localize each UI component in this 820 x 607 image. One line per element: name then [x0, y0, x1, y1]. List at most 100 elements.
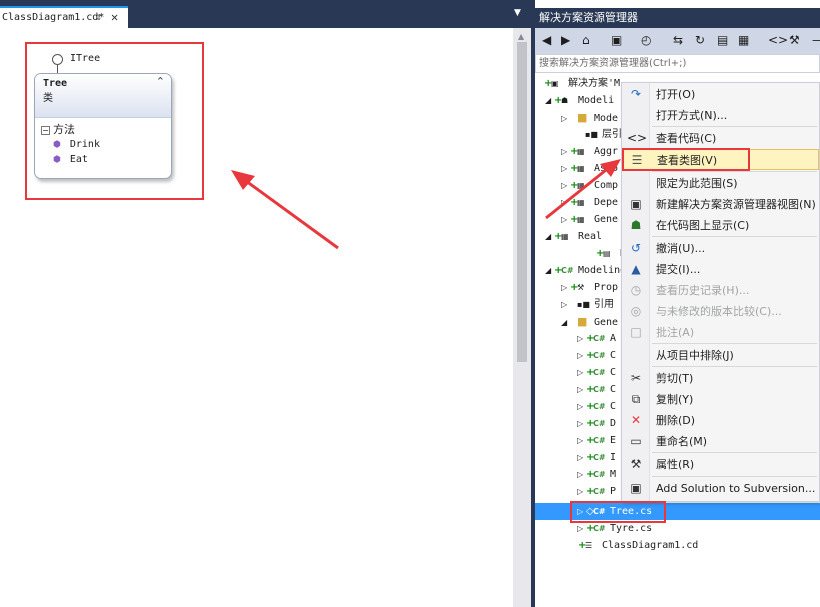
- vertical-scrollbar[interactable]: ▲: [513, 28, 531, 607]
- toolbar-icon[interactable]: ◴: [641, 33, 651, 47]
- tree-item-label: 引用: [594, 299, 614, 310]
- expand-arrow-icon[interactable]: ▷: [577, 398, 586, 415]
- source-control-icon: +: [570, 146, 579, 157]
- expand-arrow-icon[interactable]: ▷: [577, 415, 586, 432]
- menu-item[interactable]: □ 批注(A): [622, 322, 819, 343]
- tree-item[interactable]: +☰ ClassDiagram1.cd: [569, 537, 698, 554]
- menu-item[interactable]: 打开方式(N)...: [622, 105, 819, 126]
- csharp-file-icon: C#: [593, 351, 606, 360]
- toolbar-icon[interactable]: ⌂: [582, 33, 590, 47]
- menu-item[interactable]: ▲ 提交(I)...: [622, 259, 819, 280]
- close-icon[interactable]: ✕: [111, 8, 118, 27]
- expand-arrow-icon[interactable]: ▷: [577, 483, 586, 500]
- menu-item[interactable]: ⚒ 属性(R): [622, 454, 819, 475]
- csharp-file-icon: C#: [593, 419, 606, 428]
- tree-item[interactable]: ▷ +C# C: [577, 347, 616, 364]
- menu-item[interactable]: ◷ 查看历史记录(H)...: [622, 280, 819, 301]
- tree-item[interactable]: ◢ ■ Gene: [561, 313, 618, 330]
- menu-item[interactable]: ▣ Add Solution to Subversion...: [622, 478, 819, 499]
- expand-arrow-icon[interactable]: ▷: [561, 160, 570, 177]
- scrollbar-thumb[interactable]: [517, 42, 527, 362]
- tree-item[interactable]: ▪■ 层引: [569, 126, 622, 143]
- toolbar-icon[interactable]: ⚒: [789, 33, 800, 47]
- scroll-up-icon[interactable]: ▲: [518, 32, 524, 41]
- tree-item[interactable]: ▷ +C# D: [577, 415, 616, 432]
- expand-arrow-icon[interactable]: ▷: [577, 449, 586, 466]
- menu-item[interactable]: ▣ 新建解决方案资源管理器视图(N): [622, 194, 819, 215]
- expand-arrow-icon[interactable]: ◢: [545, 228, 554, 245]
- tree-item[interactable]: ▷ +▦ Depe: [561, 194, 618, 211]
- node-type-icon: ▪■: [577, 300, 590, 309]
- tree-item[interactable]: ▷ +C# I: [577, 449, 616, 466]
- tree-item[interactable]: ▷ +⚒ Prop: [561, 279, 618, 296]
- pin-icon[interactable]: ↧: [96, 8, 102, 27]
- tab-class-diagram[interactable]: ClassDiagram1.cd* ↧ ✕: [0, 6, 128, 28]
- toolbar-icon[interactable]: ↻: [695, 33, 705, 47]
- expand-arrow-icon[interactable]: ▷: [561, 110, 570, 127]
- expand-arrow-icon[interactable]: ▷: [577, 347, 586, 364]
- expand-arrow-icon[interactable]: ▷: [561, 194, 570, 211]
- menu-item[interactable]: ↺ 撤消(U)...: [622, 238, 819, 259]
- expand-arrow-icon[interactable]: ◢: [545, 262, 554, 279]
- menu-item[interactable]: <> 查看代码(C): [622, 128, 819, 149]
- menu-item-icon: □: [630, 325, 642, 339]
- toolbar-icon[interactable]: —: [812, 33, 820, 47]
- toolbar-icon[interactable]: ▶: [561, 33, 570, 47]
- tree-item-label: C: [610, 401, 617, 412]
- tree-item[interactable]: ▷ +C# P: [577, 483, 616, 500]
- menu-item[interactable]: ↷ 打开(O): [622, 84, 819, 105]
- tree-item[interactable]: ▷ ▪■ 引用: [561, 296, 614, 313]
- tree-item-label: Tyre.cs: [610, 523, 653, 534]
- tree-item[interactable]: ◢ +▦ Real: [545, 228, 602, 245]
- tree-item[interactable]: ▷ +C# E: [577, 432, 616, 449]
- expand-arrow-icon[interactable]: ▷: [561, 296, 570, 313]
- tree-item[interactable]: ▷ +▦ Aggr: [561, 143, 618, 160]
- menu-item[interactable]: ✕ 删除(D): [622, 410, 819, 431]
- tree-item[interactable]: ▷ +▦ Gene: [561, 211, 618, 228]
- toolbar-icon[interactable]: ▣: [611, 33, 622, 47]
- tree-item[interactable]: ▷ +C# M: [577, 466, 616, 483]
- tree-item[interactable]: ▷ ■ Mode: [561, 109, 618, 126]
- expand-arrow-icon[interactable]: ▷: [561, 279, 570, 296]
- tree-item-label: Real: [578, 231, 603, 242]
- menu-item[interactable]: ▭ 重命名(M): [622, 431, 819, 452]
- tree-item[interactable]: ▷ +C# A: [577, 330, 616, 347]
- menu-item[interactable]: ⧉ 复制(Y): [622, 389, 819, 410]
- tab-dropdown-icon[interactable]: ▼: [514, 8, 521, 18]
- menu-item[interactable]: 限定为此范围(S): [622, 173, 819, 194]
- tree-item[interactable]: ▷ +C# C: [577, 381, 616, 398]
- tree-item[interactable]: ▷ +C# C: [577, 398, 616, 415]
- tree-item-label: E: [610, 435, 617, 446]
- toolbar-icon[interactable]: ▦: [738, 33, 749, 47]
- menu-item-label: 剪切(T): [656, 372, 694, 385]
- expand-arrow-icon[interactable]: ▷: [577, 466, 586, 483]
- toolbar-icon[interactable]: ▤: [717, 33, 728, 47]
- expand-arrow-icon[interactable]: ◢: [545, 92, 554, 109]
- solution-explorer-toolbar: ◀ ▶ ⌂ ▣ ◴ ⇆ ↻ ▤ ▦ <>⚒ —: [535, 28, 820, 54]
- tree-item-label: P: [610, 486, 617, 497]
- expand-arrow-icon[interactable]: ▷: [561, 143, 570, 160]
- menu-item[interactable]: ✂ 剪切(T): [622, 368, 819, 389]
- expand-arrow-icon[interactable]: ▷: [577, 432, 586, 449]
- solution-explorer-search-input[interactable]: 搜索解决方案资源管理器(Ctrl+;): [535, 54, 820, 73]
- menu-item[interactable]: 从项目中排除(J): [622, 345, 819, 366]
- toolbar-icon[interactable]: ⇆: [673, 33, 683, 47]
- tree-item[interactable]: ▷ +C# C: [577, 364, 616, 381]
- expand-arrow-icon[interactable]: ▷: [561, 177, 570, 194]
- source-control-icon: +: [570, 214, 579, 225]
- menu-separator: [652, 343, 817, 344]
- tree-item[interactable]: ▷ +▦ Asso: [561, 160, 618, 177]
- menu-item[interactable]: ☗ 在代码图上显示(C): [622, 215, 819, 236]
- tree-item[interactable]: ◢ +C# Modeling: [545, 262, 626, 279]
- toolbar-icon[interactable]: ◀: [542, 33, 551, 47]
- expand-arrow-icon[interactable]: ▷: [577, 381, 586, 398]
- menu-item[interactable]: ◎ 与未修改的版本比较(C)...: [622, 301, 819, 322]
- expand-arrow-icon[interactable]: ▷: [577, 364, 586, 381]
- toolbar-icon[interactable]: <>: [768, 33, 788, 47]
- tree-item[interactable]: +▣ 解决方案'M: [535, 75, 620, 92]
- tree-item[interactable]: ▷ +▦ Comp: [561, 177, 618, 194]
- expand-arrow-icon[interactable]: ◢: [561, 314, 570, 331]
- expand-arrow-icon[interactable]: ▷: [561, 211, 570, 228]
- expand-arrow-icon[interactable]: ▷: [577, 330, 586, 347]
- tree-item[interactable]: ◢ +☗ Modeli: [545, 92, 614, 109]
